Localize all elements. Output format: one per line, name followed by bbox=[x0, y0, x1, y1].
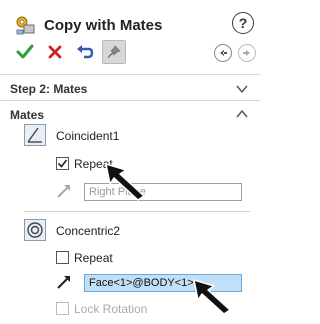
arrow-right-icon bbox=[243, 50, 250, 56]
divider bbox=[0, 100, 260, 101]
pin-button[interactable] bbox=[102, 40, 126, 64]
undo-button[interactable] bbox=[72, 40, 98, 64]
concentric-icon bbox=[27, 222, 43, 238]
cancel-button[interactable] bbox=[42, 40, 68, 64]
previous-button[interactable] bbox=[214, 44, 232, 62]
step-section-title[interactable]: Step 2: Mates bbox=[10, 82, 87, 96]
repeat-checkbox[interactable] bbox=[56, 251, 69, 264]
divider bbox=[0, 74, 260, 75]
pointer-arrow-icon bbox=[105, 163, 145, 201]
copy-with-mates-icon bbox=[14, 14, 36, 36]
x-icon bbox=[48, 45, 62, 59]
mates-section-title[interactable]: Mates bbox=[10, 108, 44, 122]
divider bbox=[24, 211, 250, 212]
chevron-down-icon[interactable] bbox=[236, 83, 248, 95]
repeat-label: Repeat bbox=[74, 251, 113, 265]
mate-name: Coincident1 bbox=[56, 129, 120, 143]
title-row: Copy with Mates bbox=[14, 14, 162, 36]
pushpin-icon bbox=[107, 45, 121, 59]
chevron-up-icon[interactable] bbox=[236, 108, 248, 120]
check-icon bbox=[57, 159, 68, 168]
page-title: Copy with Mates bbox=[44, 16, 163, 34]
concentric-mate-icon[interactable] bbox=[24, 219, 46, 241]
help-button[interactable]: ? bbox=[232, 12, 254, 34]
selection-arrow-icon bbox=[54, 181, 74, 201]
undo-icon bbox=[77, 45, 94, 59]
coincident-icon bbox=[27, 127, 42, 143]
mate-name: Concentric2 bbox=[56, 224, 121, 238]
lock-rotation-label: Lock Rotation bbox=[74, 302, 148, 316]
property-manager-header: Copy with Mates ? bbox=[0, 0, 260, 78]
toolbar bbox=[12, 40, 130, 64]
checkmark-icon bbox=[16, 44, 34, 59]
repeat-checkbox[interactable] bbox=[56, 157, 69, 170]
coincident-mate-icon[interactable] bbox=[24, 124, 46, 146]
ok-button[interactable] bbox=[12, 40, 38, 64]
lock-rotation-checkbox[interactable] bbox=[56, 302, 69, 315]
arrow-left-icon bbox=[220, 50, 227, 56]
next-button[interactable] bbox=[238, 44, 256, 62]
selection-arrow-icon bbox=[54, 272, 74, 292]
pointer-arrow-icon bbox=[193, 279, 231, 315]
